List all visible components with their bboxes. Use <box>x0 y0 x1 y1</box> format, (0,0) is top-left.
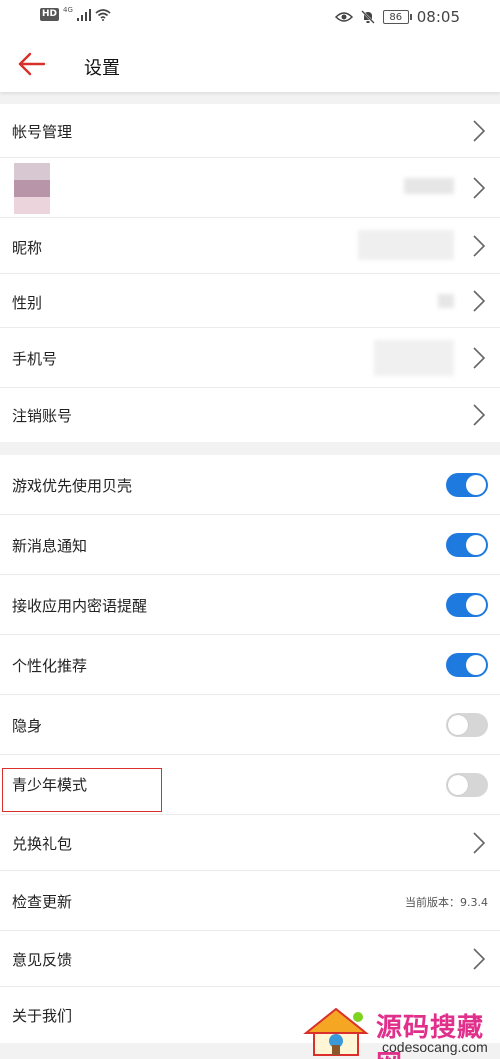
chevron-right-icon <box>473 177 486 199</box>
signal-icon <box>76 8 91 21</box>
message-notify-toggle[interactable] <box>446 533 488 557</box>
nickname-value-blurred <box>358 230 454 260</box>
chevron-right-icon <box>473 832 486 854</box>
row-label: 兑换礼包 <box>12 835 73 853</box>
wifi-icon <box>95 8 111 21</box>
row-label: 注销账号 <box>12 407 73 425</box>
chevron-right-icon <box>473 120 486 142</box>
check-update-row[interactable]: 检查更新 当前版本：9.3.4 <box>0 871 500 931</box>
nickname-row[interactable]: 昵称 <box>0 218 500 274</box>
watermark: 源码搜藏网 codesocang.com <box>300 1003 500 1059</box>
chevron-right-icon <box>473 235 486 257</box>
avatar <box>14 163 50 214</box>
row-label: 关于我们 <box>12 1007 73 1025</box>
status-right: 86 08:05 <box>334 8 460 26</box>
invisible-toggle[interactable] <box>446 713 488 737</box>
watermark-url: codesocang.com <box>382 1039 488 1055</box>
clock: 08:05 <box>416 8 460 26</box>
whisper-remind-toggle[interactable] <box>446 593 488 617</box>
chevron-right-icon <box>473 290 486 312</box>
eye-icon <box>334 12 353 22</box>
teen-mode-highlight <box>2 768 162 812</box>
row-label: 性别 <box>12 294 43 312</box>
avatar-value-blurred <box>404 178 454 194</box>
chevron-right-icon <box>473 347 486 369</box>
row-label: 游戏优先使用贝壳 <box>12 477 133 495</box>
shell-priority-row: 游戏优先使用贝壳 <box>0 455 500 515</box>
account-section: 帐号管理 昵称 性别 手机号 注销账号 <box>0 104 500 442</box>
status-left: HD 4G <box>40 5 111 21</box>
row-label: 检查更新 <box>12 893 73 911</box>
row-label: 手机号 <box>12 350 58 368</box>
personalized-recommend-toggle[interactable] <box>446 653 488 677</box>
whisper-remind-row: 接收应用内密语提醒 <box>0 575 500 635</box>
gender-value-blurred <box>438 294 454 308</box>
row-label: 新消息通知 <box>12 537 88 555</box>
avatar-row[interactable] <box>0 158 500 218</box>
phone-row[interactable]: 手机号 <box>0 328 500 388</box>
invisible-row: 隐身 <box>0 695 500 755</box>
network-type: 4G <box>63 5 73 14</box>
row-label: 个性化推荐 <box>12 657 88 675</box>
hd-badge: HD <box>40 8 60 21</box>
gender-row[interactable]: 性别 <box>0 274 500 328</box>
personalized-recommend-row: 个性化推荐 <box>0 635 500 695</box>
back-arrow-icon <box>18 52 46 76</box>
mute-bell-icon <box>360 10 375 24</box>
chevron-right-icon <box>473 948 486 970</box>
settings-section: 游戏优先使用贝壳 新消息通知 接收应用内密语提醒 个性化推荐 隐身 青少年模式 … <box>0 455 500 1043</box>
teen-mode-toggle[interactable] <box>446 773 488 797</box>
account-management-row[interactable]: 帐号管理 <box>0 104 500 158</box>
redeem-gift-row[interactable]: 兑换礼包 <box>0 815 500 871</box>
title-bar: 设置 <box>0 36 500 92</box>
feedback-row[interactable]: 意见反馈 <box>0 931 500 987</box>
battery-icon: 86 <box>382 10 412 24</box>
row-label: 意见反馈 <box>12 951 73 969</box>
page-title: 设置 <box>84 58 120 79</box>
shell-priority-toggle[interactable] <box>446 473 488 497</box>
watermark-logo-icon <box>303 1007 369 1056</box>
deactivate-account-row[interactable]: 注销账号 <box>0 388 500 442</box>
back-button[interactable] <box>16 48 52 80</box>
message-notify-row: 新消息通知 <box>0 515 500 575</box>
current-version: 当前版本：9.3.4 <box>405 896 488 909</box>
phone-value-blurred <box>374 340 454 376</box>
row-label: 帐号管理 <box>12 123 73 141</box>
row-label: 隐身 <box>12 717 43 735</box>
row-label: 接收应用内密语提醒 <box>12 597 148 615</box>
row-label: 昵称 <box>12 239 43 257</box>
chevron-right-icon <box>473 404 486 426</box>
status-bar: HD 4G 86 08:05 <box>0 0 500 36</box>
